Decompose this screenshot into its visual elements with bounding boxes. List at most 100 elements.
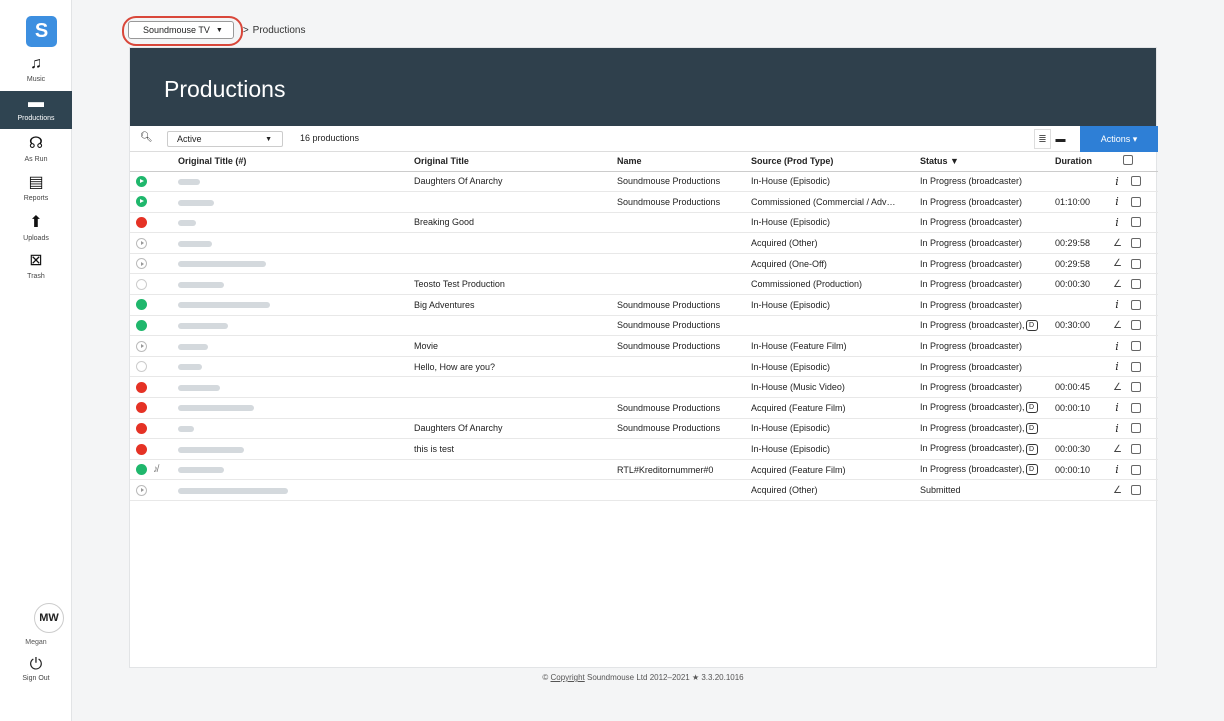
original-title-number-cell[interactable] bbox=[178, 418, 414, 440]
actions-button[interactable]: Actions ▾ bbox=[1080, 126, 1158, 152]
sidebar-item-uploads[interactable]: ⬆ Uploads bbox=[0, 211, 72, 249]
original-title-number-cell[interactable] bbox=[178, 253, 414, 275]
row-checkbox[interactable] bbox=[1131, 382, 1141, 393]
edit-icon[interactable]: ∠ bbox=[1113, 279, 1122, 290]
table-row[interactable]: Soundmouse Productions Acquired (Feature … bbox=[130, 397, 1158, 419]
play-status-icon[interactable] bbox=[136, 175, 147, 187]
row-checkbox[interactable] bbox=[1131, 320, 1141, 331]
row-checkbox[interactable] bbox=[1131, 176, 1141, 187]
row-checkbox[interactable] bbox=[1131, 341, 1141, 352]
status-dot-icon[interactable] bbox=[136, 381, 147, 393]
soundmouse-logo[interactable]: S bbox=[26, 16, 57, 47]
user-avatar[interactable]: MW bbox=[34, 603, 64, 633]
sign-out-button[interactable]: ⏻ Sign Out bbox=[0, 655, 72, 689]
original-title-number-cell[interactable] bbox=[178, 356, 414, 378]
original-title-number-cell[interactable] bbox=[178, 315, 414, 337]
row-checkbox[interactable] bbox=[1131, 444, 1141, 455]
table-row[interactable]: Hello, How are you? In-House (Episodic) In… bbox=[130, 356, 1158, 378]
info-icon[interactable]: i bbox=[1113, 216, 1121, 229]
table-row[interactable]: Soundmouse Productions Commissioned (Comm… bbox=[130, 191, 1158, 213]
row-checkbox[interactable] bbox=[1131, 238, 1141, 249]
column-duration[interactable]: Duration bbox=[1055, 152, 1105, 172]
table-row[interactable]: Breaking Good In-House (Episodic) In Progr… bbox=[130, 212, 1158, 234]
status-dot-icon[interactable] bbox=[136, 443, 147, 455]
row-checkbox[interactable] bbox=[1131, 258, 1141, 269]
original-title-number-cell[interactable] bbox=[178, 438, 414, 460]
copyright-link[interactable]: Copyright bbox=[551, 673, 585, 682]
play-status-icon[interactable] bbox=[136, 196, 147, 208]
table-row[interactable]: Big Adventures Soundmouse Productions In-H… bbox=[130, 294, 1158, 316]
status-dot-icon[interactable] bbox=[136, 320, 147, 332]
table-row[interactable]: ♪̸ RTL#Kreditornummer#0 Acquired (Feature … bbox=[130, 459, 1158, 481]
row-checkbox[interactable] bbox=[1131, 217, 1141, 228]
compact-view-button[interactable]: ▬ bbox=[1052, 129, 1069, 149]
column-status[interactable]: Status ▼ bbox=[920, 152, 1055, 172]
info-icon[interactable]: i bbox=[1113, 360, 1121, 373]
original-title-number-cell[interactable] bbox=[178, 459, 414, 481]
sidebar-item-as-run[interactable]: ☊ As Run bbox=[0, 132, 72, 170]
sidebar-item-music[interactable]: ♫ Music bbox=[0, 52, 72, 90]
table-row[interactable]: Movie Soundmouse Productions In-House (Fea… bbox=[130, 335, 1158, 357]
table-row[interactable]: Daughters Of Anarchy Soundmouse Productio… bbox=[130, 418, 1158, 440]
original-title-number-cell[interactable] bbox=[178, 232, 414, 254]
sidebar-item-trash[interactable]: ⊠ Trash bbox=[0, 249, 72, 287]
status-dot-icon[interactable] bbox=[136, 464, 147, 476]
sidebar-item-productions[interactable]: ▬ Productions bbox=[0, 91, 72, 129]
column-name[interactable]: Name bbox=[617, 152, 751, 172]
row-checkbox[interactable] bbox=[1131, 464, 1141, 475]
original-title-number-cell[interactable] bbox=[178, 191, 414, 213]
play-status-icon[interactable] bbox=[136, 340, 147, 352]
column-source[interactable]: Source (Prod Type) bbox=[751, 152, 920, 172]
row-checkbox[interactable] bbox=[1131, 402, 1141, 413]
original-title-number-cell[interactable] bbox=[178, 212, 414, 234]
row-checkbox[interactable] bbox=[1131, 279, 1141, 290]
edit-icon[interactable]: ∠ bbox=[1113, 382, 1122, 393]
original-title-number-cell[interactable] bbox=[178, 335, 414, 357]
column-original-title[interactable]: Original Title bbox=[414, 152, 617, 172]
edit-icon[interactable]: ∠ bbox=[1113, 258, 1122, 269]
play-status-icon[interactable] bbox=[136, 258, 147, 270]
status-dot-icon[interactable] bbox=[136, 278, 147, 290]
info-icon[interactable]: i bbox=[1113, 298, 1121, 311]
original-title-number-cell[interactable] bbox=[178, 294, 414, 316]
info-icon[interactable]: i bbox=[1113, 340, 1121, 353]
sidebar-item-reports[interactable]: ▤ Reports bbox=[0, 171, 72, 209]
original-title-number-cell[interactable] bbox=[178, 171, 414, 193]
table-row[interactable]: Acquired (Other) Submitted ∠ bbox=[130, 479, 1158, 501]
column-original-title-number[interactable]: Original Title (#) bbox=[178, 152, 414, 172]
original-title-number-cell[interactable] bbox=[178, 397, 414, 419]
list-view-button[interactable]: ≣ bbox=[1034, 129, 1051, 149]
play-status-icon[interactable] bbox=[136, 484, 147, 496]
status-dot-icon[interactable] bbox=[136, 217, 147, 229]
row-checkbox[interactable] bbox=[1131, 423, 1141, 434]
row-checkbox[interactable] bbox=[1131, 299, 1141, 310]
info-icon[interactable]: i bbox=[1113, 401, 1121, 414]
original-title-number-cell[interactable] bbox=[178, 376, 414, 399]
row-checkbox[interactable] bbox=[1131, 485, 1141, 496]
table-row[interactable]: Acquired (Other) In Progress (broadcaster… bbox=[130, 232, 1158, 254]
info-icon[interactable]: i bbox=[1113, 175, 1121, 188]
status-filter-select[interactable]: Active ▼ bbox=[167, 131, 283, 147]
edit-icon[interactable]: ∠ bbox=[1113, 238, 1122, 249]
organisation-selector[interactable]: Soundmouse TV ▼ bbox=[122, 16, 243, 46]
table-row[interactable]: Daughters Of Anarchy Soundmouse Productio… bbox=[130, 171, 1158, 193]
row-checkbox[interactable] bbox=[1131, 196, 1141, 207]
info-icon[interactable]: i bbox=[1113, 463, 1121, 476]
original-title-number-cell[interactable] bbox=[178, 479, 414, 501]
edit-icon[interactable]: ∠ bbox=[1113, 320, 1122, 331]
row-checkbox[interactable] bbox=[1131, 361, 1141, 372]
table-row[interactable]: this is test In-House (Episodic) In Progre… bbox=[130, 438, 1158, 460]
status-dot-icon[interactable] bbox=[136, 299, 147, 311]
table-row[interactable]: Teosto Test Production Commissioned (Prod… bbox=[130, 273, 1158, 296]
status-dot-icon[interactable] bbox=[136, 361, 147, 373]
table-row[interactable]: Soundmouse Productions In Progress (broad… bbox=[130, 315, 1158, 337]
play-status-icon[interactable] bbox=[136, 237, 147, 249]
status-dot-icon[interactable] bbox=[136, 422, 147, 434]
original-title-number-cell[interactable] bbox=[178, 273, 414, 296]
edit-icon[interactable]: ∠ bbox=[1113, 485, 1122, 496]
select-all-checkbox[interactable] bbox=[1123, 155, 1133, 166]
status-dot-icon[interactable] bbox=[136, 402, 147, 414]
table-row[interactable]: Acquired (One-Off) In Progress (broadcast… bbox=[130, 253, 1158, 275]
info-icon[interactable]: i bbox=[1113, 195, 1121, 208]
info-icon[interactable]: i bbox=[1113, 422, 1121, 435]
